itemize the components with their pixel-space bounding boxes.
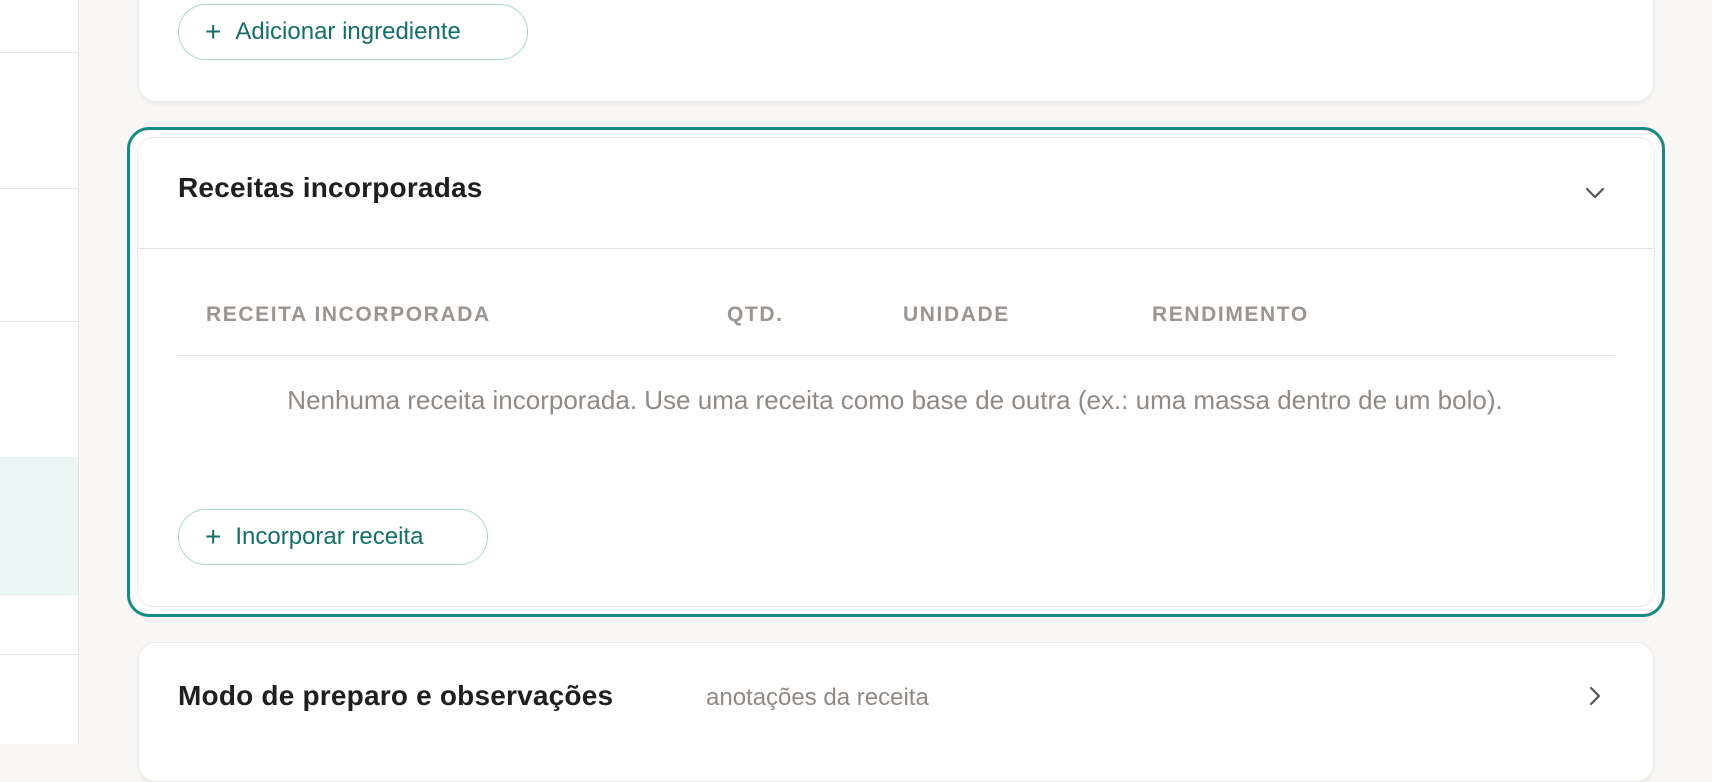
sidebar-row[interactable] (0, 188, 78, 322)
incorporate-recipe-label: Incorporar receita (235, 523, 424, 550)
incorporated-recipes-title: Receitas incorporadas (178, 172, 483, 203)
col-head-unit: UNIDADE (903, 303, 1010, 326)
sidebar-row-active[interactable] (0, 457, 78, 595)
preparation-card[interactable] (138, 642, 1654, 782)
table-header-divider (178, 355, 1614, 356)
preparation-title: Modo de preparo e observações (178, 680, 614, 711)
empty-state-message: Nenhuma receita incorporada. Use uma rec… (287, 385, 1503, 415)
sidebar (0, 0, 79, 744)
add-ingredient-button[interactable]: + Adicionar ingrediente (178, 4, 528, 60)
sidebar-row[interactable] (0, 52, 78, 189)
sidebar-row[interactable] (0, 594, 78, 655)
preparation-subtitle: anotações da receita (706, 684, 929, 711)
chevron-right-icon[interactable] (1584, 685, 1606, 707)
header-divider (137, 248, 1655, 249)
add-ingredient-label: Adicionar ingrediente (235, 18, 461, 45)
incorporate-recipe-button[interactable]: + Incorporar receita (178, 509, 488, 565)
col-head-qty: QTD. (727, 303, 784, 326)
plus-icon: + (205, 521, 222, 552)
sidebar-row[interactable] (0, 0, 78, 53)
sidebar-row[interactable] (0, 321, 78, 458)
col-head-yield: RENDIMENTO (1152, 303, 1309, 326)
col-head-recipe: RECEITA INCORPORADA (206, 303, 491, 326)
plus-icon: + (205, 16, 222, 47)
chevron-down-icon[interactable] (1584, 182, 1606, 204)
